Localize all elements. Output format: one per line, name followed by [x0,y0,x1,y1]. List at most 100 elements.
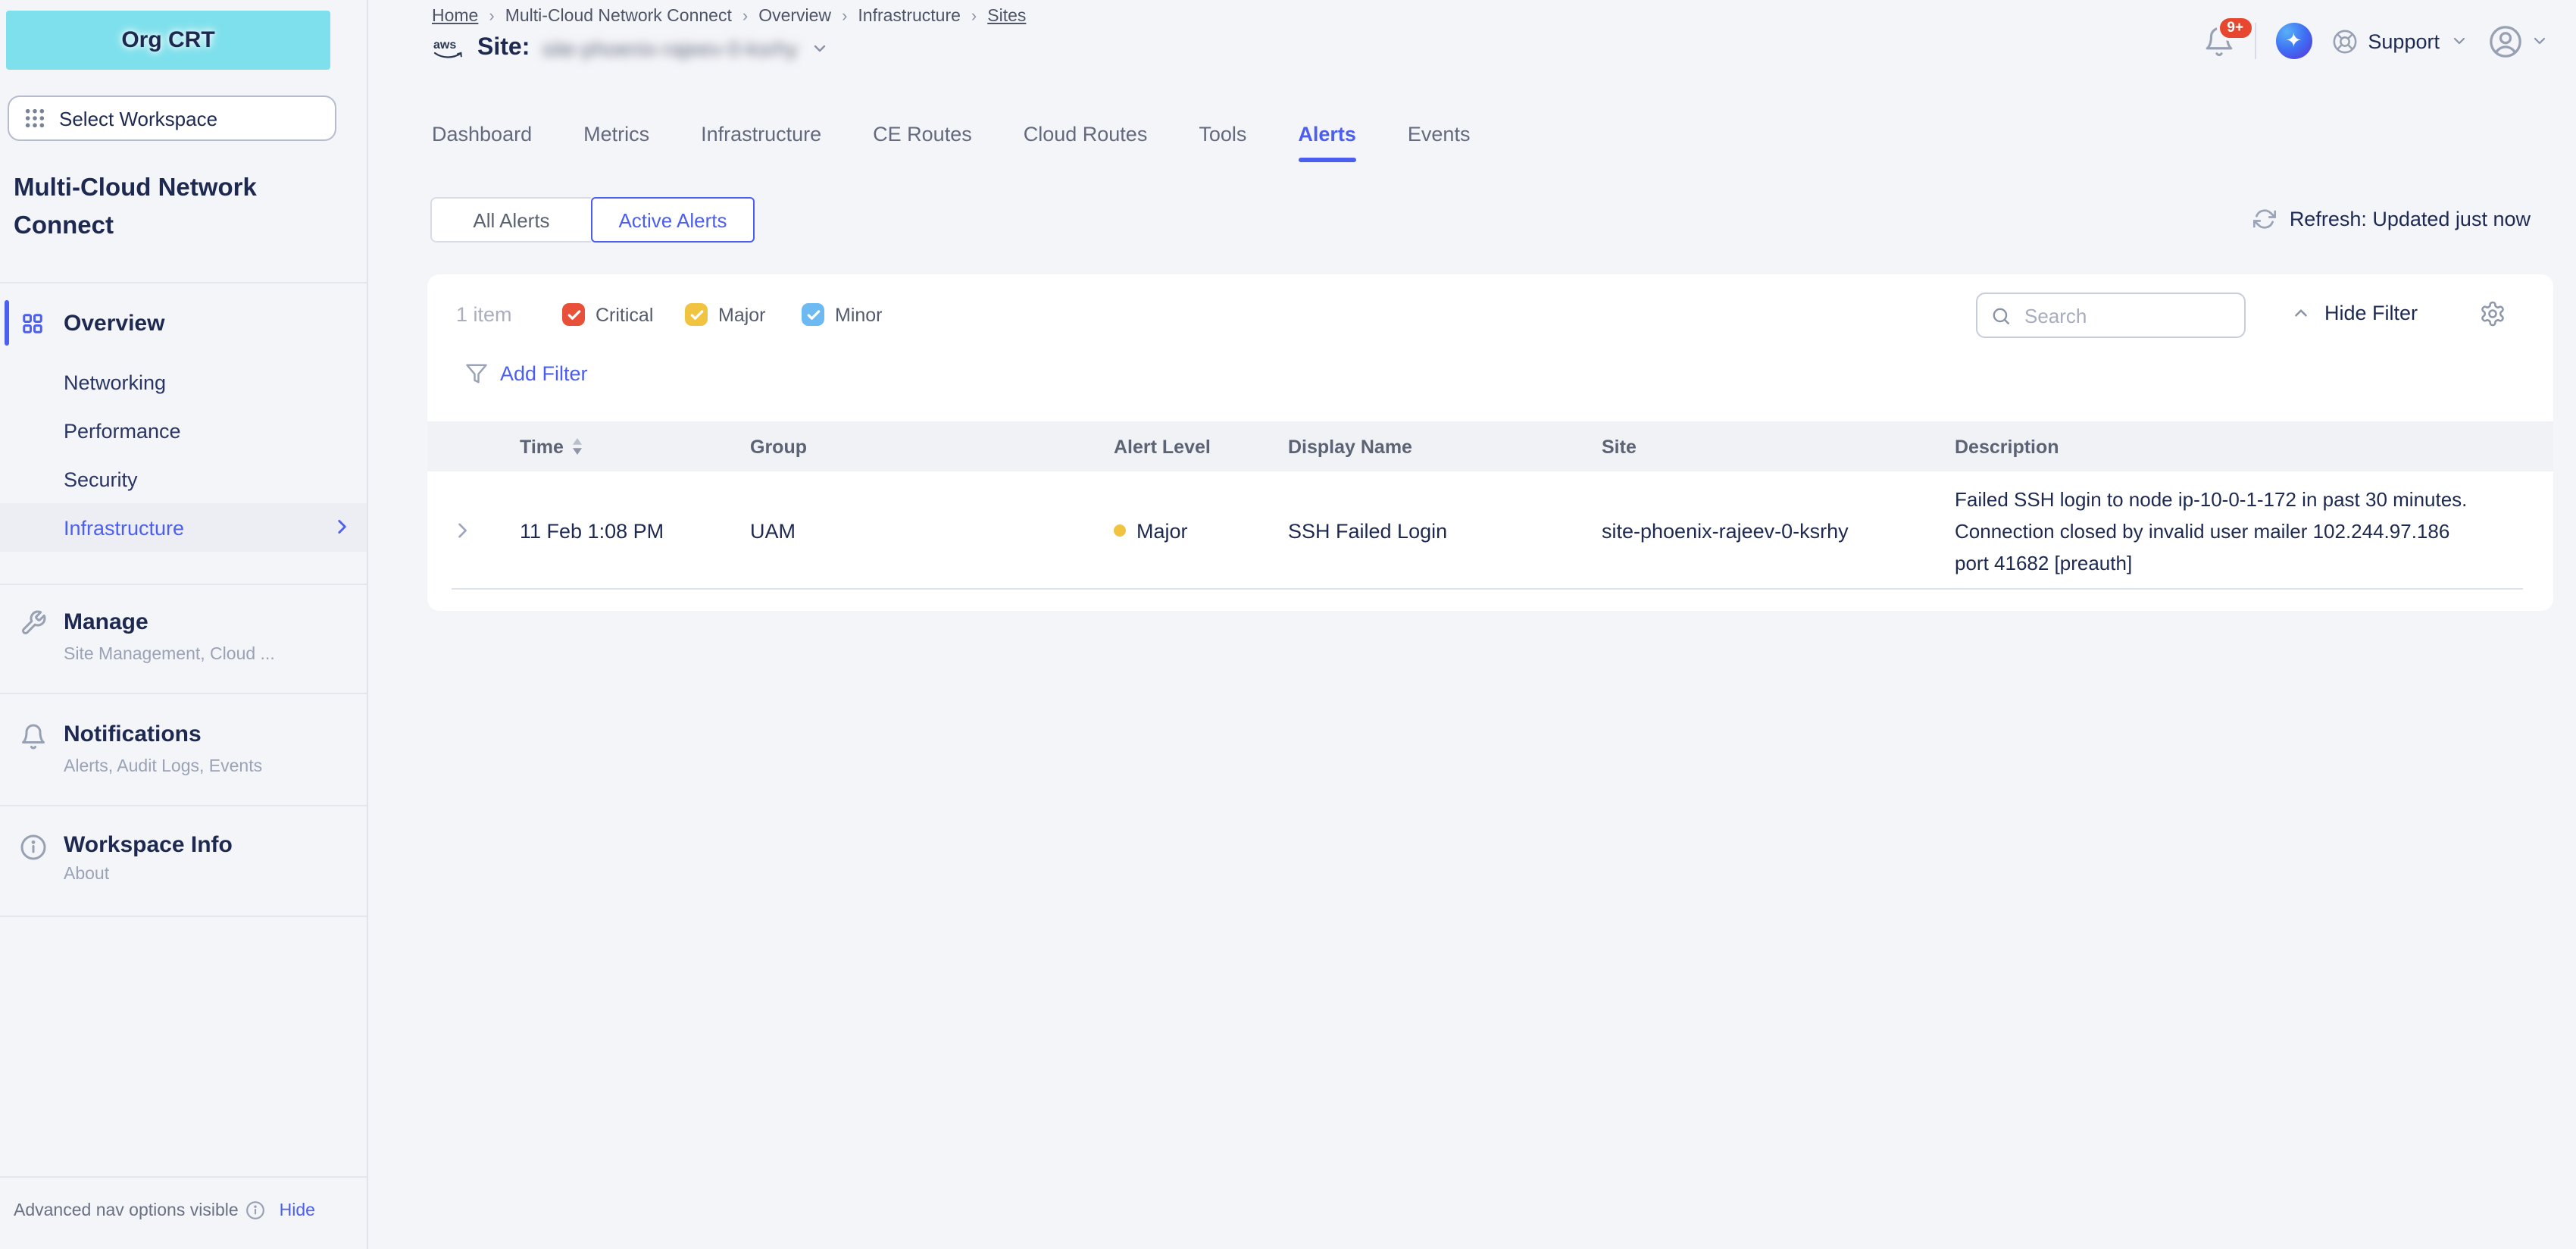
add-filter-button[interactable]: Add Filter [465,362,588,385]
main-area: Home › Multi-Cloud Network Connect › Ove… [368,0,2576,1249]
checkbox-major[interactable] [685,303,708,326]
tab-cloud-routes[interactable]: Cloud Routes [1024,123,1148,155]
sidebar-divider [0,805,367,806]
search-box [1976,293,2246,338]
alerts-table-header: Time Group Alert Level Display Name Site… [427,421,2553,471]
sidebar-notifications-subtitle: Alerts, Audit Logs, Events [64,758,262,776]
severity-filter-minor[interactable]: Minor [802,303,883,326]
sidebar-divider [0,916,367,917]
info-icon [20,834,47,861]
sidebar-divider [0,282,367,283]
sidebar-item-notifications[interactable]: Notifications [64,722,202,747]
table-row[interactable]: 11 Feb 1:08 PM UAM Major SSH Failed Logi… [427,471,2553,590]
advanced-nav-status: Advanced nav options visible [14,1201,239,1219]
user-menu[interactable] [2488,23,2549,58]
refresh-status[interactable]: Refresh: Updated just now [2253,208,2531,230]
alerts-panel: 1 item Critical Major [427,274,2553,611]
tab-metrics[interactable]: Metrics [583,123,649,155]
cell-alert-level: Major [1114,519,1288,542]
sidebar-item-workspace-info[interactable]: Workspace Info [64,832,233,858]
support-label: Support [2368,30,2440,52]
sidebar-manage-subtitle: Site Management, Cloud ... [64,646,275,664]
org-banner-label: Org CRT [121,27,214,53]
gear-icon[interactable] [2479,300,2506,327]
sidebar-item-performance[interactable]: Performance [0,406,367,455]
app-root: Org CRT Select Workspace Multi-Cloud Net… [0,0,2576,1249]
sidebar-divider [0,584,367,585]
breadcrumb-sites[interactable]: Sites [987,8,1026,26]
severity-filter-critical[interactable]: Critical [562,303,653,326]
ai-assistant-button[interactable]: ✦ [2275,23,2312,59]
row-expand-chevron-icon[interactable] [452,520,520,541]
funnel-icon [465,362,488,385]
column-header-alert-level[interactable]: Alert Level [1114,436,1288,457]
checkbox-critical[interactable] [562,303,585,326]
sparkle-icon: ✦ [2286,29,2302,53]
chevron-right-icon [332,517,352,537]
support-menu[interactable]: Support [2331,28,2468,54]
sidebar-overview-label: Overview [64,310,164,336]
breadcrumb-separator: › [489,8,494,26]
cell-site: site-phoenix-rajeev-0-ksrhy [1602,519,1955,542]
column-header-description[interactable]: Description [1955,436,2523,457]
breadcrumb-separator: › [742,8,748,26]
topbar-actions: 9+ ✦ Support [2202,17,2549,65]
grid-9dots-icon [24,108,45,129]
tab-dashboard[interactable]: Dashboard [432,123,532,155]
severity-filter-major[interactable]: Major [685,303,766,326]
alerts-filter-row: 1 item Critical Major [427,293,2553,338]
sidebar: Org CRT Select Workspace Multi-Cloud Net… [0,0,368,1249]
tab-ce-routes[interactable]: CE Routes [873,123,972,155]
site-title-row: aws Site: site-phoenix-rajeev-0-ksrhy [432,35,828,62]
chevron-down-icon[interactable] [810,39,828,58]
breadcrumb-infrastructure[interactable]: Infrastructure [858,8,961,26]
column-header-site[interactable]: Site [1602,436,1955,457]
breadcrumb: Home › Multi-Cloud Network Connect › Ove… [432,8,1026,26]
chevron-up-icon [2291,303,2311,323]
select-workspace-label: Select Workspace [59,107,217,130]
wrench-icon [20,609,47,637]
tab-infrastructure[interactable]: Infrastructure [701,123,821,155]
column-header-group[interactable]: Group [750,436,1114,457]
hide-advanced-nav-link[interactable]: Hide [280,1201,315,1219]
sidebar-item-overview[interactable]: Overview [0,299,367,347]
column-header-display-name[interactable]: Display Name [1288,436,1602,457]
hide-filter-button[interactable]: Hide Filter [2291,302,2418,324]
active-alerts-button[interactable]: Active Alerts [591,197,755,243]
grid-overview-icon [21,311,44,334]
row-divider [452,588,2523,590]
sort-icon[interactable] [571,437,583,456]
sidebar-item-infrastructure[interactable]: Infrastructure [0,503,367,552]
info-icon [246,1200,266,1220]
breadcrumb-overview[interactable]: Overview [758,8,831,26]
lifebuoy-icon [2331,28,2357,54]
cell-time: 11 Feb 1:08 PM [520,519,750,542]
breadcrumb-separator: › [842,8,847,26]
search-input[interactable] [2021,302,2224,328]
chevron-down-icon [2450,32,2468,50]
sidebar-item-security[interactable]: Security [0,455,367,503]
tab-tools[interactable]: Tools [1199,123,1246,155]
sidebar-workspace-info-subtitle: About [64,866,109,884]
all-alerts-button[interactable]: All Alerts [430,197,591,243]
search-icon [1991,305,2011,325]
sidebar-item-networking[interactable]: Networking [0,358,367,406]
site-name-redacted: site-phoenix-rajeev-0-ksrhy [542,36,798,61]
refresh-text: Refresh: Updated just now [2290,208,2531,230]
select-workspace-button[interactable]: Select Workspace [8,95,336,141]
column-header-time[interactable]: Time [520,436,750,457]
sidebar-divider [0,693,367,694]
checkbox-minor[interactable] [802,303,824,326]
breadcrumb-home[interactable]: Home [432,8,478,26]
sidebar-item-manage[interactable]: Manage [64,609,148,635]
aws-icon: aws [432,36,465,61]
chevron-down-icon [2531,32,2549,50]
tab-alerts[interactable]: Alerts [1298,123,1356,155]
notification-count-badge: 9+ [2216,14,2254,41]
tab-events[interactable]: Events [1408,123,1471,155]
breadcrumb-mcn-connect[interactable]: Multi-Cloud Network Connect [505,8,732,26]
site-label: Site: [477,35,530,62]
item-count: 1 item [456,303,512,326]
notifications-bell-button[interactable]: 9+ [2202,25,2234,57]
active-section-indicator [5,300,9,346]
